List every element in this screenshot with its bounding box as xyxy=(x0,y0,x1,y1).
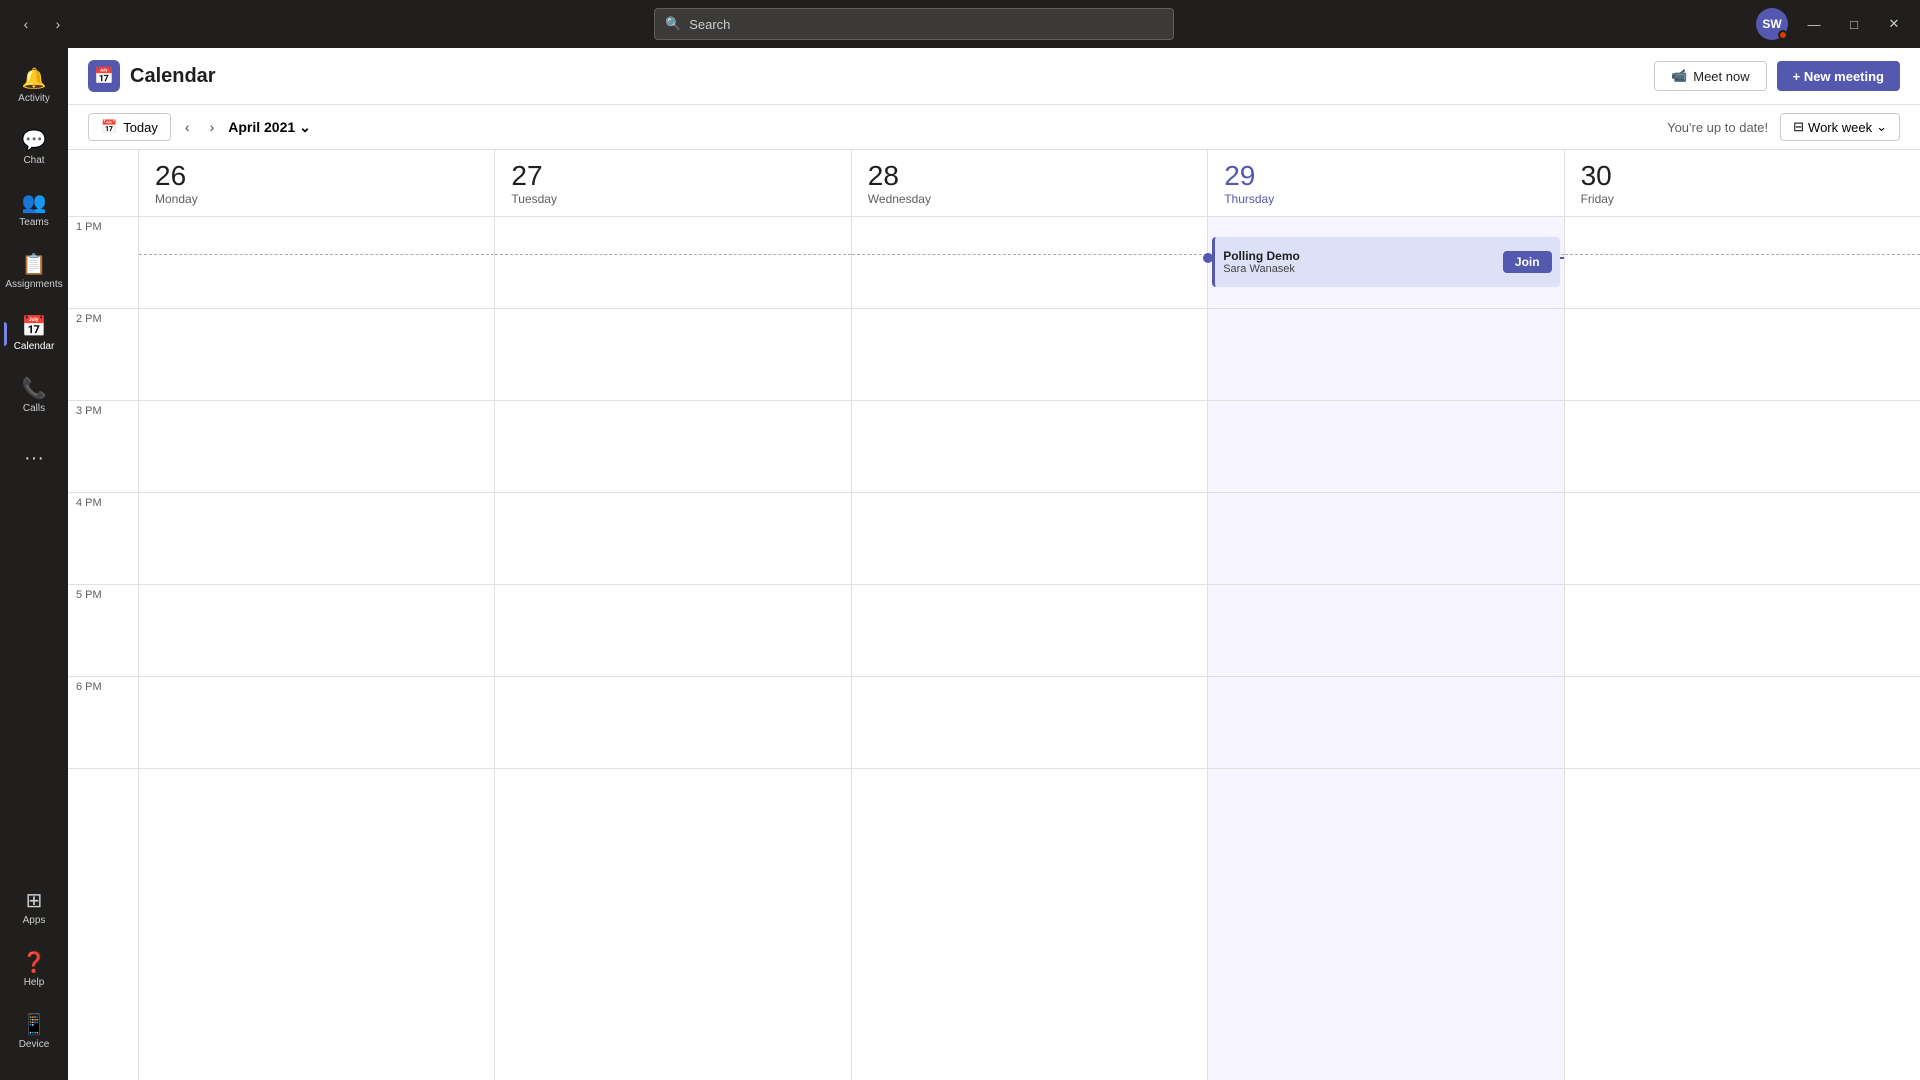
avatar-badge xyxy=(1778,30,1788,40)
main-layout: 🔔 Activity 💬 Chat 👥 Teams 📋 Assignments … xyxy=(0,48,1920,1080)
sidebar-item-help[interactable]: ❓ Help xyxy=(4,940,64,1000)
sidebar-item-teams[interactable]: 👥 Teams xyxy=(4,180,64,240)
close-button[interactable]: ✕ xyxy=(1880,10,1908,38)
event-title: Polling Demo xyxy=(1223,249,1503,263)
day-header-2: 28 Wednesday xyxy=(851,150,1207,216)
day-col-friday[interactable] xyxy=(1564,217,1920,1080)
time-slot-6pm: 6 PM xyxy=(68,677,138,769)
sidebar: 🔔 Activity 💬 Chat 👥 Teams 📋 Assignments … xyxy=(0,48,68,1080)
time-slot-5pm: 5 PM xyxy=(68,585,138,677)
day-col-tuesday[interactable] xyxy=(494,217,850,1080)
day-col-wednesday[interactable] xyxy=(851,217,1207,1080)
calendar-nav: 📅 Today ‹ › April 2021 ⌄ xyxy=(88,113,311,141)
activity-icon: 🔔 xyxy=(22,69,47,89)
view-picker[interactable]: ⊟ Work week ⌄ xyxy=(1780,113,1900,141)
time-slot-2pm: 2 PM xyxy=(68,309,138,401)
calendar-icon: 📅 xyxy=(22,317,47,337)
day-header-4: 30 Friday xyxy=(1564,150,1920,216)
day-header-1: 27 Tuesday xyxy=(494,150,850,216)
minimize-button[interactable]: — xyxy=(1800,10,1828,38)
sidebar-bottom: ⊞ Apps ❓ Help 📱 Device xyxy=(4,878,64,1072)
calendar-toolbar-right: You're up to date! ⊟ Work week ⌄ xyxy=(1667,113,1900,141)
event-info: Polling Demo Sara Wanasek xyxy=(1223,249,1503,275)
time-header xyxy=(68,150,138,216)
content-area: 📅 Calendar 📹 Meet now + New meeting 📅 To… xyxy=(68,48,1920,1080)
forward-button[interactable]: › xyxy=(44,10,72,38)
day-col-monday[interactable] xyxy=(138,217,494,1080)
calendar-body: 1 PM 2 PM 3 PM 4 PM 5 PM 6 PM xyxy=(68,217,1920,1080)
time-indicator-fri xyxy=(1565,254,1920,255)
grid-icon: ⊟ xyxy=(1793,119,1804,135)
next-button[interactable]: › xyxy=(204,115,221,139)
calendar-title-text: Calendar xyxy=(130,65,216,88)
avatar[interactable]: SW xyxy=(1756,8,1788,40)
time-indicator-wed xyxy=(852,254,1207,255)
sidebar-item-chat[interactable]: 💬 Chat xyxy=(4,118,64,178)
day-col-thursday[interactable]: Polling Demo Sara Wanasek Join xyxy=(1207,217,1563,1080)
assignments-icon: 📋 xyxy=(22,255,47,275)
calendar-app-icon: 📅 xyxy=(88,60,120,92)
today-icon: 📅 xyxy=(101,119,117,135)
event-subtitle: Sara Wanasek xyxy=(1223,263,1503,275)
calendar-title: 📅 Calendar xyxy=(88,60,216,92)
calls-icon: 📞 xyxy=(22,379,47,399)
time-column: 1 PM 2 PM 3 PM 4 PM 5 PM 6 PM xyxy=(68,217,138,1080)
titlebar-right: SW — □ ✕ xyxy=(1756,8,1908,40)
calendar-header: 📅 Calendar 📹 Meet now + New meeting xyxy=(68,48,1920,105)
time-indicator-mon xyxy=(139,254,494,255)
teams-icon: 👥 xyxy=(22,193,47,213)
today-button[interactable]: 📅 Today xyxy=(88,113,171,141)
join-button[interactable]: Join xyxy=(1503,251,1552,273)
maximize-button[interactable]: □ xyxy=(1840,10,1868,38)
calendar-toolbar: 📅 Today ‹ › April 2021 ⌄ You're up to da… xyxy=(68,105,1920,150)
nav-buttons: ‹ › xyxy=(12,10,72,38)
prev-button[interactable]: ‹ xyxy=(179,115,196,139)
sidebar-item-calendar[interactable]: 📅 Calendar xyxy=(4,304,64,364)
time-slot-1pm: 1 PM xyxy=(68,217,138,309)
chevron-down-icon: ⌄ xyxy=(1876,119,1887,135)
calendar-actions: 📹 Meet now + New meeting xyxy=(1654,61,1900,91)
day-header-3: 29 Thursday xyxy=(1207,150,1563,216)
search-placeholder: Search xyxy=(689,17,730,32)
sidebar-item-apps[interactable]: ⊞ Apps xyxy=(4,878,64,938)
time-indicator-tue xyxy=(495,254,850,255)
calendar-grid: 26 Monday 27 Tuesday 28 Wednesday 29 Thu… xyxy=(68,150,1920,1080)
time-slot-4pm: 4 PM xyxy=(68,493,138,585)
titlebar-left: ‹ › xyxy=(12,10,72,38)
sidebar-item-device[interactable]: 📱 Device xyxy=(4,1002,64,1062)
meet-now-button[interactable]: 📹 Meet now xyxy=(1654,61,1767,91)
titlebar: ‹ › 🔍 Search SW — □ ✕ xyxy=(0,0,1920,48)
time-slot-3pm: 3 PM xyxy=(68,401,138,493)
days-header: 26 Monday 27 Tuesday 28 Wednesday 29 Thu… xyxy=(68,150,1920,217)
chat-icon: 💬 xyxy=(22,131,47,151)
sidebar-item-calls[interactable]: 📞 Calls xyxy=(4,366,64,426)
meet-now-icon: 📹 xyxy=(1671,68,1687,84)
up-to-date-text: You're up to date! xyxy=(1667,120,1768,135)
help-icon: ❓ xyxy=(22,953,47,973)
device-icon: 📱 xyxy=(22,1015,47,1035)
sidebar-item-more[interactable]: ··· xyxy=(4,428,64,488)
month-picker[interactable]: April 2021 ⌄ xyxy=(228,119,311,136)
chevron-down-icon: ⌄ xyxy=(299,119,311,136)
sidebar-item-assignments[interactable]: 📋 Assignments xyxy=(4,242,64,302)
more-icon: ··· xyxy=(24,448,44,468)
back-button[interactable]: ‹ xyxy=(12,10,40,38)
apps-icon: ⊞ xyxy=(26,891,43,911)
search-icon: 🔍 xyxy=(665,16,681,32)
day-header-0: 26 Monday xyxy=(138,150,494,216)
sidebar-item-activity[interactable]: 🔔 Activity xyxy=(4,56,64,116)
new-meeting-button[interactable]: + New meeting xyxy=(1777,61,1900,91)
event-card-polling-demo[interactable]: Polling Demo Sara Wanasek Join xyxy=(1212,237,1559,287)
search-bar[interactable]: 🔍 Search xyxy=(654,8,1174,40)
